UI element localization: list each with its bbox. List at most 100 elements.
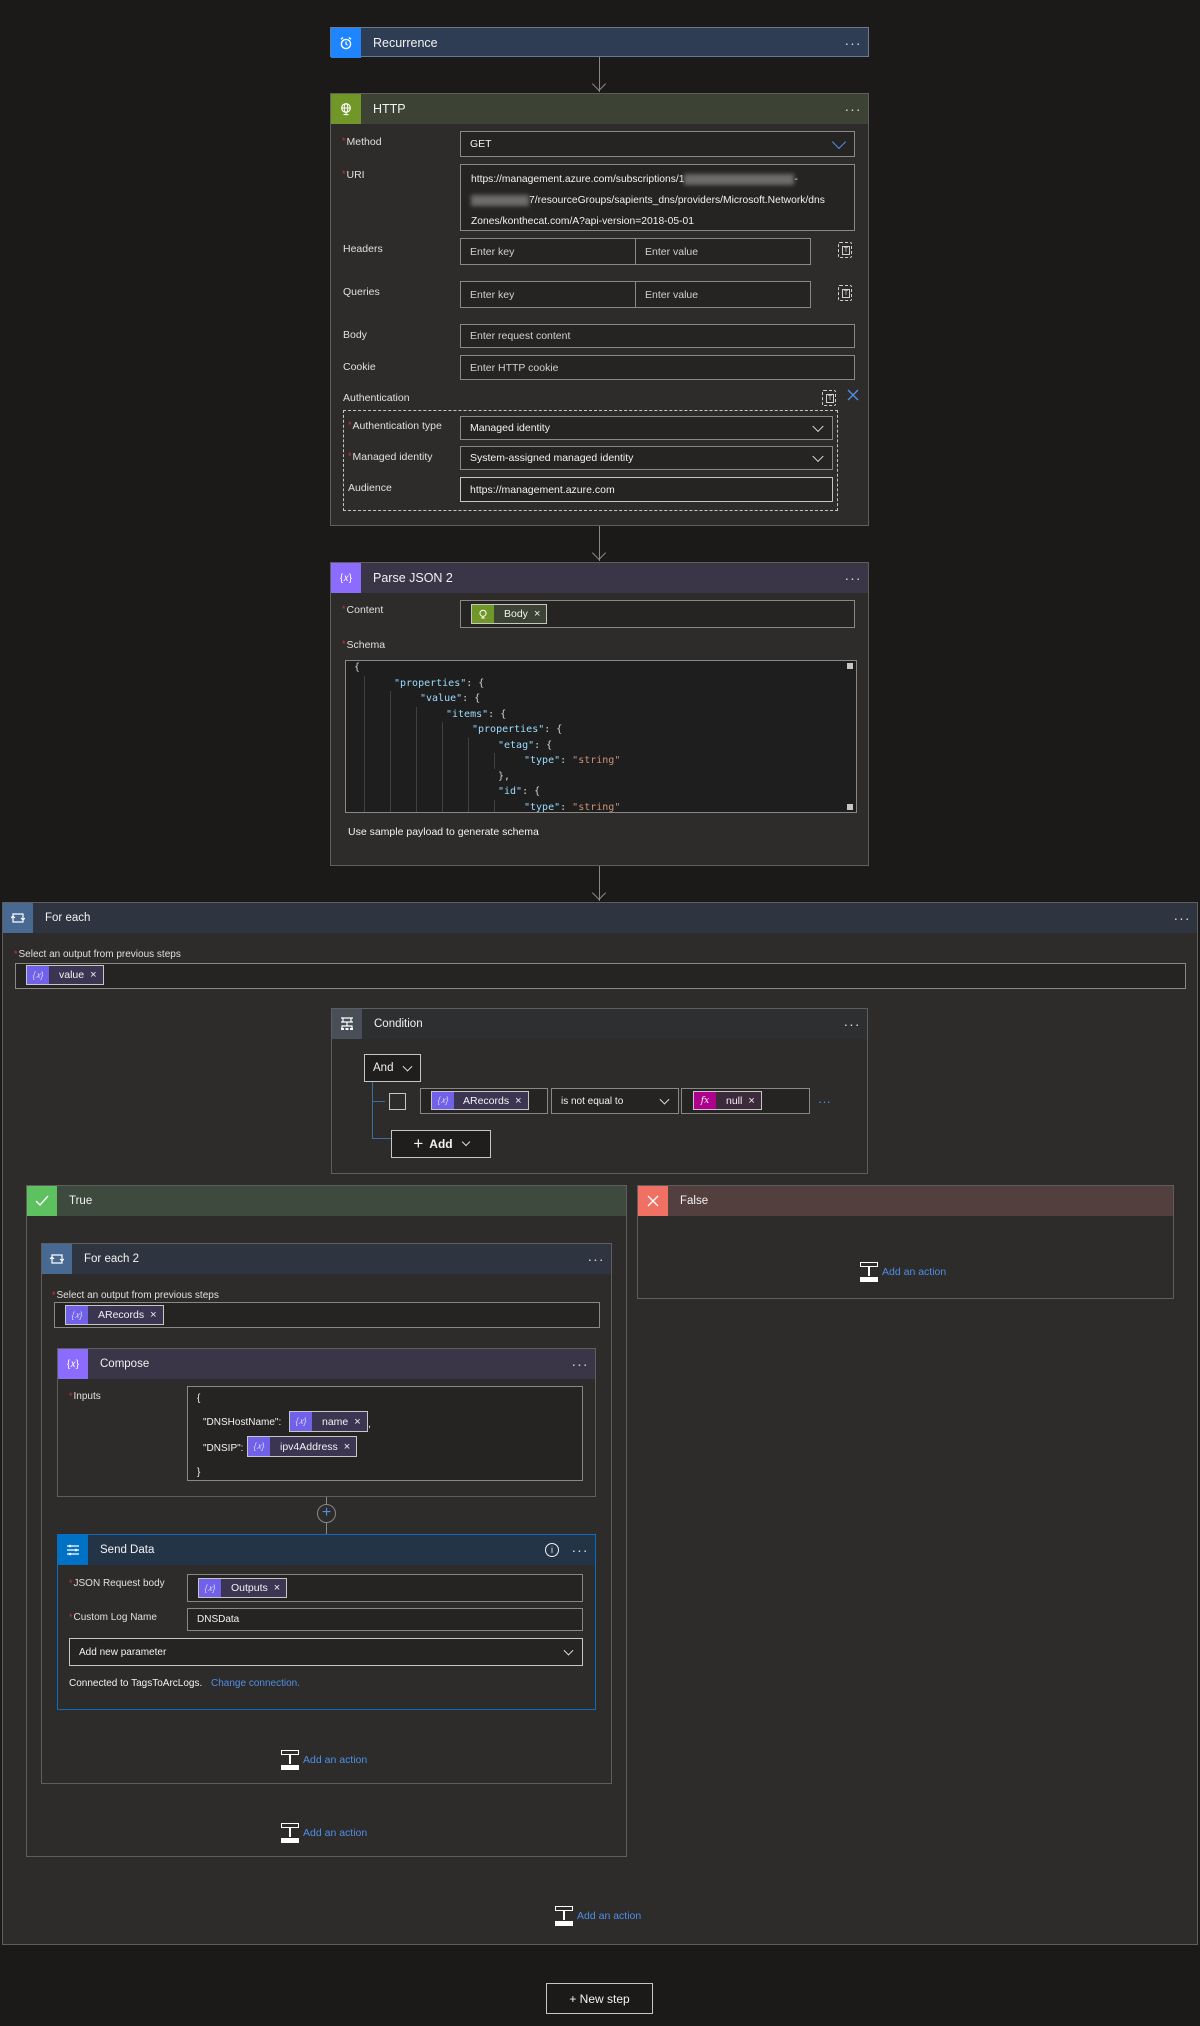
add-condition-button[interactable]: + Add — [391, 1130, 491, 1158]
remove-token-icon[interactable]: × — [274, 1582, 286, 1594]
sample-payload-link[interactable]: Use sample payload to generate schema — [348, 826, 539, 838]
parse-json-more-button[interactable]: ··· — [838, 571, 868, 585]
row-more-button[interactable]: ··· — [818, 1094, 831, 1109]
code-line: "type": "string" — [354, 753, 620, 769]
compose-header[interactable]: {𝑥} Compose ··· — [58, 1349, 595, 1379]
remove-token-icon[interactable]: × — [534, 608, 546, 620]
code-line: "items": { — [354, 706, 620, 722]
true-add-action-button[interactable]: Add an action — [281, 1823, 367, 1843]
group-operator-select[interactable]: And — [364, 1054, 421, 1082]
cookie-input[interactable]: Enter HTTP cookie — [460, 355, 855, 380]
schema-code: {"properties": {"value": {"items": {"pro… — [354, 661, 620, 812]
audience-input[interactable]: https://management.azure.com — [460, 477, 833, 502]
queries-label: Queries — [343, 286, 380, 298]
insert-step-button[interactable]: + — [317, 1504, 336, 1523]
indent-guide — [364, 737, 365, 753]
null-expression-token[interactable]: fx null × — [693, 1091, 762, 1110]
condition-operator-select[interactable]: is not equal to — [551, 1088, 679, 1114]
indent-guide — [416, 799, 417, 812]
body-input[interactable]: Enter request content — [460, 324, 855, 348]
recurrence-header[interactable]: Recurrence ··· — [331, 28, 868, 58]
new-step-button[interactable]: + New step — [546, 1983, 653, 2014]
indent-guide — [390, 737, 391, 753]
parse-json-title: Parse JSON 2 — [373, 571, 453, 585]
ipv4address-token[interactable]: {𝑥} ipv4Address × — [247, 1436, 358, 1457]
queries-value-input[interactable]: Enter value — [635, 281, 811, 308]
schema-editor[interactable]: {"properties": {"value": {"items": {"pro… — [345, 660, 857, 813]
headers-key-input[interactable]: Enter key — [460, 238, 636, 265]
for-each-more-button[interactable]: ··· — [1167, 911, 1197, 925]
http-title: HTTP — [373, 102, 406, 116]
switch-to-text-mode-icon[interactable]: T — [838, 242, 852, 258]
authentication-type-select[interactable]: Managed identity — [460, 416, 833, 440]
indent-guide — [364, 675, 365, 691]
remove-token-icon[interactable]: × — [748, 1095, 760, 1107]
function-icon: fx — [694, 1092, 716, 1109]
http-header[interactable]: HTTP ··· — [331, 94, 868, 124]
alarm-clock-icon — [331, 28, 361, 58]
connection-status: Connected to TagsToArcLogs. Change conne… — [69, 1678, 300, 1689]
for-each-2-select-label: *Select an output from previous steps — [52, 1290, 219, 1301]
send-data-title: Send Data — [100, 1544, 155, 1556]
remove-token-icon[interactable]: × — [354, 1416, 366, 1428]
scrollbar[interactable] — [847, 804, 853, 810]
condition-header[interactable]: Condition ··· — [332, 1009, 867, 1039]
change-connection-link[interactable]: Change connection. — [211, 1678, 300, 1689]
compose-inputs-editor[interactable]: { "DNSHostName": "DNSIP": } , — [187, 1386, 583, 1481]
body-token[interactable]: Body × — [471, 604, 548, 624]
chevron-down-icon — [812, 450, 824, 463]
code-line: "value": { — [354, 691, 620, 707]
false-add-action-button[interactable]: Add an action — [860, 1262, 946, 1282]
for-each-select-input[interactable] — [15, 963, 1186, 989]
arecords-token[interactable]: {𝑥} ARecords × — [65, 1305, 164, 1325]
add-action-icon — [555, 1906, 573, 1926]
for-each-2-header[interactable]: For each 2 ··· — [42, 1244, 611, 1274]
send-data-more-button[interactable]: ··· — [565, 1543, 595, 1557]
method-select[interactable]: GET — [460, 131, 855, 157]
remove-authentication-icon[interactable] — [846, 388, 860, 402]
parse-json-header[interactable]: {𝑥} Parse JSON 2 ··· — [331, 563, 868, 593]
add-new-parameter-select[interactable]: Add new parameter — [69, 1638, 583, 1666]
headers-value-input[interactable]: Enter value — [635, 238, 811, 265]
remove-token-icon[interactable]: × — [344, 1441, 356, 1453]
http-more-button[interactable]: ··· — [838, 102, 868, 116]
arrow-down-icon — [591, 885, 607, 901]
send-data-header[interactable]: Send Data i ··· — [58, 1535, 595, 1565]
close-icon — [638, 1186, 668, 1216]
braces-variable-icon: {𝑥} — [290, 1412, 312, 1431]
for-each-header[interactable]: For each ··· — [3, 903, 1197, 933]
uri-input[interactable]: https://management.azure.com/subscriptio… — [460, 164, 855, 231]
chevron-down-icon — [402, 1061, 413, 1072]
row-checkbox[interactable] — [389, 1093, 406, 1110]
recurrence-more-button[interactable]: ··· — [838, 36, 868, 50]
info-icon[interactable]: i — [545, 1543, 559, 1557]
arecords-token[interactable]: {𝑥} ARecords × — [431, 1091, 529, 1110]
indent-guide — [442, 737, 443, 753]
switch-to-text-mode-icon[interactable]: T — [838, 285, 852, 301]
switch-to-text-mode-icon[interactable]: T — [822, 390, 836, 406]
value-token[interactable]: {𝑥} value × — [26, 965, 104, 985]
compose-more-button[interactable]: ··· — [565, 1357, 595, 1371]
indent-guide — [442, 799, 443, 812]
braces-variable-icon: {𝑥} — [27, 966, 49, 984]
name-token[interactable]: {𝑥} name × — [289, 1411, 368, 1432]
managed-identity-select[interactable]: System-assigned managed identity — [460, 446, 833, 470]
indent-guide — [416, 737, 417, 753]
chevron-down-icon — [831, 134, 847, 150]
for-each-2-more-button[interactable]: ··· — [581, 1252, 611, 1266]
remove-token-icon[interactable]: × — [90, 969, 102, 981]
scrollbar[interactable] — [847, 663, 853, 669]
recurrence-card[interactable]: Recurrence ··· — [330, 27, 869, 58]
send-data-icon — [58, 1535, 88, 1565]
queries-key-input[interactable]: Enter key — [460, 281, 636, 308]
custom-log-name-input[interactable]: DNSData — [187, 1608, 583, 1631]
indent-guide — [390, 799, 391, 812]
condition-more-button[interactable]: ··· — [837, 1017, 867, 1031]
remove-token-icon[interactable]: × — [150, 1309, 162, 1321]
for-each-add-action-button[interactable]: Add an action — [555, 1906, 641, 1926]
for-each-2-add-action-button[interactable]: Add an action — [281, 1750, 367, 1770]
uri-label: *URI — [342, 169, 365, 181]
indent-guide — [416, 753, 417, 769]
outputs-token[interactable]: {𝑥} Outputs × — [198, 1578, 288, 1598]
remove-token-icon[interactable]: × — [515, 1095, 527, 1107]
